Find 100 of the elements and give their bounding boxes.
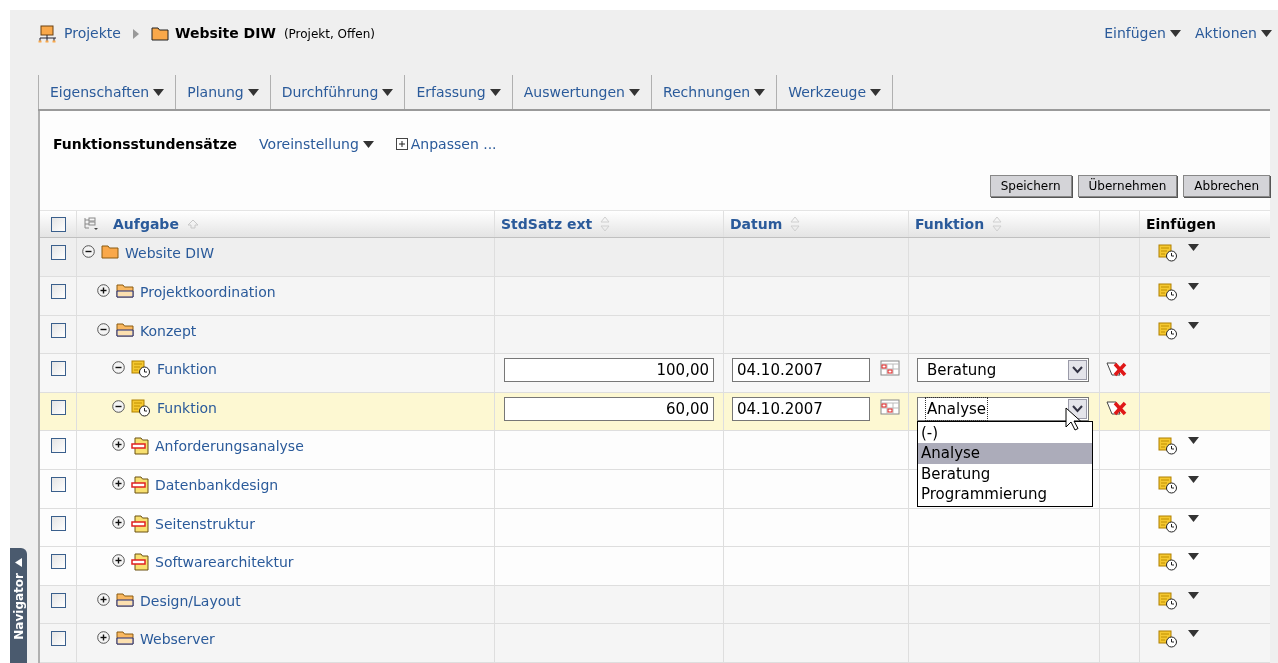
checkbox[interactable]: [50, 592, 66, 608]
checkbox[interactable]: [50, 515, 66, 531]
collapse-icon[interactable]: [112, 399, 125, 413]
menu-tab[interactable]: Erfassung: [404, 75, 512, 110]
task-link[interactable]: Anforderungsanalyse: [155, 437, 304, 456]
function-clock-icon[interactable]: [1158, 437, 1178, 456]
table-row[interactable]: Website DIW: [40, 238, 1270, 278]
task-icon: [131, 476, 149, 495]
date-input[interactable]: 04.10.2007: [732, 396, 870, 421]
form-button[interactable]: Übernehmen: [1077, 175, 1178, 198]
table-row[interactable]: Design/Layout: [40, 585, 1270, 625]
checkbox[interactable]: [50, 438, 66, 454]
function-select[interactable]: Analyse: [917, 396, 1089, 421]
insert-menu-caret-icon: [1188, 514, 1199, 522]
function-clock-icon[interactable]: [1158, 244, 1178, 263]
checkbox[interactable]: [50, 284, 66, 300]
task-link[interactable]: Website DIW: [125, 244, 214, 263]
action-menu[interactable]: Aktionen: [1195, 23, 1272, 45]
insert-menu-caret-icon: [1188, 321, 1199, 329]
function-clock-icon[interactable]: [1158, 283, 1178, 302]
checkbox[interactable]: [50, 477, 66, 493]
expand-icon[interactable]: [112, 438, 125, 452]
view-title: Funktionsstundensätze: [53, 134, 238, 154]
task-link[interactable]: Design/Layout: [140, 591, 241, 610]
expand-icon[interactable]: [112, 515, 125, 529]
table-row[interactable]: Konzept: [40, 315, 1270, 355]
table-row[interactable]: Seitenstruktur: [40, 508, 1270, 548]
column-header[interactable]: StdSatz ext: [501, 213, 593, 235]
insert-menu-caret-icon: [1188, 476, 1199, 484]
form-button[interactable]: Speichern: [989, 175, 1072, 198]
dropdown-option[interactable]: Analyse: [918, 443, 1092, 464]
column-header[interactable]: Datum: [730, 213, 783, 235]
table-row[interactable]: Softwarearchitektur: [40, 547, 1270, 586]
delete-icon[interactable]: [1106, 398, 1128, 417]
menu-tab[interactable]: Auswertungen: [511, 75, 651, 110]
task-link[interactable]: Projektkoordination: [140, 283, 276, 302]
menu-tab[interactable]: Werkzeuge: [776, 75, 894, 110]
table-row[interactable]: Funktion 100,00 04.10.2007 Beratung: [40, 354, 1270, 393]
expand-icon[interactable]: [97, 631, 110, 645]
collapse-icon[interactable]: [82, 245, 95, 259]
task-link[interactable]: Konzept: [140, 321, 197, 340]
menu-tab[interactable]: Rechnungen: [650, 75, 777, 110]
form-button[interactable]: Abbrechen: [1183, 175, 1270, 198]
project-title: Website DIW: [174, 24, 276, 44]
table-row[interactable]: Webserver: [40, 624, 1270, 663]
function-clock-icon[interactable]: [1158, 514, 1178, 533]
checkbox[interactable]: [50, 554, 66, 570]
function-clock-icon[interactable]: [1158, 591, 1178, 610]
task-link[interactable]: Seitenstruktur: [155, 514, 255, 533]
calendar-icon[interactable]: [880, 398, 900, 415]
task-link[interactable]: Funktion: [157, 398, 217, 417]
project-status: (Projekt, Offen): [283, 25, 375, 43]
menu-tab[interactable]: Planung: [175, 75, 270, 110]
checkbox[interactable]: [50, 245, 66, 261]
rate-input[interactable]: 100,00: [504, 358, 714, 383]
insert-menu-caret-icon: [1188, 591, 1199, 599]
expand-icon[interactable]: [112, 477, 125, 491]
expand-icon[interactable]: [97, 284, 110, 298]
collapse-icon[interactable]: [97, 322, 110, 336]
task-link[interactable]: Funktion: [157, 360, 217, 379]
task-link[interactable]: Datenbankdesign: [155, 476, 279, 495]
menu-tab[interactable]: Durchführung: [269, 75, 405, 110]
task-link[interactable]: Webserver: [140, 630, 215, 649]
folder-icon: [116, 283, 134, 299]
function-clock-icon[interactable]: [1158, 553, 1178, 572]
checkbox[interactable]: [50, 216, 66, 232]
date-input[interactable]: 04.10.2007: [732, 358, 870, 383]
checkbox[interactable]: [50, 361, 66, 377]
collapse-left-icon[interactable]: [15, 558, 22, 567]
task-icon: [131, 514, 149, 533]
function-select[interactable]: Beratung: [917, 358, 1089, 383]
navigator-label: Navigator: [10, 573, 27, 640]
collapse-icon[interactable]: [112, 361, 125, 375]
function-clock-icon[interactable]: [1158, 476, 1178, 495]
customize-link[interactable]: Anpassen ...: [410, 133, 497, 155]
table-row[interactable]: Projektkoordination: [40, 277, 1270, 316]
checkbox[interactable]: [50, 631, 66, 647]
action-menu[interactable]: Einfügen: [1104, 23, 1181, 45]
function-clock-icon[interactable]: [1158, 630, 1178, 649]
column-header[interactable]: Funktion: [915, 213, 985, 235]
tree-view-icon[interactable]: [83, 217, 99, 232]
task-link[interactable]: Softwarearchitektur: [155, 553, 294, 572]
expand-icon[interactable]: [112, 554, 125, 568]
checkbox[interactable]: [50, 322, 66, 338]
expand-icon[interactable]: [97, 592, 110, 606]
task-icon: [131, 553, 149, 572]
column-header[interactable]: Aufgabe: [113, 213, 179, 235]
navigator-tab[interactable]: Navigator: [10, 548, 27, 663]
rate-input[interactable]: 60,00: [504, 396, 714, 421]
preset-menu[interactable]: Voreinstellung: [259, 133, 374, 155]
chevron-down-icon[interactable]: [1068, 360, 1087, 381]
function-clock-icon[interactable]: [1158, 321, 1178, 340]
function-clock-icon: [131, 360, 151, 379]
delete-icon[interactable]: [1106, 360, 1128, 379]
plus-box-icon[interactable]: [395, 138, 408, 151]
menu-tab[interactable]: Eigenschaften: [38, 75, 176, 110]
checkbox[interactable]: [50, 399, 66, 415]
breadcrumb-link[interactable]: Projekte: [64, 23, 121, 45]
calendar-icon[interactable]: [880, 360, 900, 377]
insert-menu-caret-icon: [1188, 630, 1199, 638]
